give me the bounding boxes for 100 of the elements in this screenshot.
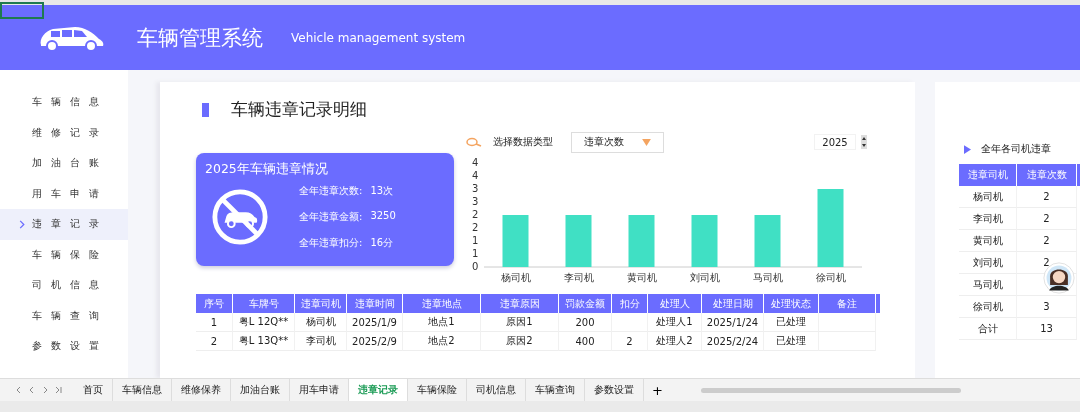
table-cell: 2 <box>612 332 648 351</box>
table-cell: 徐司机 <box>959 296 1017 318</box>
column-header: 违章司机 <box>295 294 347 313</box>
sidebar-item[interactable]: 车辆查询 <box>0 300 128 331</box>
app-title: 车辆管理系统 <box>137 24 263 52</box>
column-header: 备注 <box>819 294 876 313</box>
y-tick-label: 1 <box>472 235 479 246</box>
bar <box>565 215 592 267</box>
table-cell: 200 <box>559 313 612 332</box>
column-header: 扣分 <box>612 294 648 313</box>
table-cell <box>612 313 648 332</box>
column-header: 处理人 <box>648 294 702 313</box>
column-header: 违章原因 <box>481 294 559 313</box>
y-tick-label: 3 <box>472 196 479 207</box>
stat-value: 16分 <box>370 236 394 250</box>
table-cell: 2 <box>1017 230 1077 252</box>
y-tick-label: 1 <box>472 248 479 259</box>
column-header: 违章地点 <box>403 294 481 313</box>
bar <box>502 215 529 267</box>
table-cell: 原因2 <box>481 332 559 351</box>
table-cell: 13 <box>1017 318 1077 340</box>
table-cell: 马司机 <box>959 274 1017 296</box>
column-header: 车牌号 <box>233 294 295 313</box>
stat-label: 全年违章次数: <box>299 184 363 198</box>
bar <box>628 215 655 267</box>
stat-value: 3250 <box>370 210 396 223</box>
table-cell: 2025/2/9 <box>347 332 403 351</box>
table-cell: 李司机 <box>295 332 347 351</box>
table-cell: 粤L 13Q** <box>233 332 295 351</box>
sidebar-item[interactable]: 维修记录 <box>0 117 128 148</box>
table-cell: 合计 <box>959 318 1017 340</box>
table-cell: 处理人2 <box>648 332 702 351</box>
spinner-icon[interactable] <box>861 135 867 149</box>
search-icon <box>465 137 483 147</box>
table-cell: 杨司机 <box>295 313 347 332</box>
sheet-navigation-icon[interactable] <box>14 385 64 395</box>
sidebar-item[interactable]: 加油台账 <box>0 148 128 179</box>
y-tick-label: 4 <box>472 170 479 181</box>
y-tick-label: 3 <box>472 183 479 194</box>
table-cell: 地点1 <box>403 313 481 332</box>
y-tick-label: 4 <box>472 157 479 168</box>
table-cell: 2025/1/24 <box>702 313 764 332</box>
table-cell: 粤L 12Q** <box>233 313 295 332</box>
page-title: 车辆违章记录明细 <box>231 98 367 121</box>
column-header: 处理状态 <box>764 294 819 313</box>
column-header: 序号 <box>196 294 233 313</box>
selected-cell[interactable] <box>0 2 44 19</box>
table-cell: 2 <box>196 332 233 351</box>
filter-label: 选择数据类型 <box>493 135 553 149</box>
horizontal-scrollbar[interactable] <box>700 387 961 393</box>
bar <box>754 215 781 267</box>
column-header: 违章司机 <box>959 164 1017 186</box>
stat-value: 13次 <box>370 184 394 198</box>
table-cell: 2 <box>1017 208 1077 230</box>
sheet-tab[interactable]: 违章记录 <box>349 379 408 401</box>
column-header: 罚款金额 <box>559 294 612 313</box>
column-header: 违章时间 <box>347 294 403 313</box>
sidebar-item[interactable]: 车辆信息 <box>0 87 128 118</box>
table-cell <box>819 313 876 332</box>
data-type-dropdown[interactable]: 违章次数 <box>571 131 664 153</box>
y-tick-label: 2 <box>472 209 479 220</box>
table-cell: 1 <box>196 313 233 332</box>
table-cell: 3 <box>1017 296 1077 318</box>
column-header: 违章次数 <box>1017 164 1077 186</box>
sidebar-item[interactable]: 司机信息 <box>0 270 128 301</box>
x-tick-label: 黄司机 <box>626 272 657 283</box>
table-cell: 黄司机 <box>959 230 1017 252</box>
table-cell: 2025/1/9 <box>347 313 403 332</box>
pointer-icon <box>964 144 971 154</box>
column-header: 处理日期 <box>702 294 764 313</box>
x-tick-label: 杨司机 <box>500 272 531 283</box>
x-tick-label: 徐司机 <box>815 272 846 283</box>
summary-title: 2025年车辆违章情况 <box>205 161 329 178</box>
panel-title: 全年各司机违章 <box>981 142 1051 156</box>
table-cell: 刘司机 <box>959 252 1017 274</box>
y-tick-label: 2 <box>472 222 479 233</box>
sidebar-item[interactable]: 参数设置 <box>0 331 128 362</box>
table-cell: 杨司机 <box>959 186 1017 208</box>
table-cell: 2025/2/24 <box>702 332 764 351</box>
y-tick-label: 0 <box>472 261 479 272</box>
sidebar-item[interactable]: 用车申请 <box>0 178 128 209</box>
x-tick-label: 李司机 <box>563 272 594 283</box>
table-cell: 处理人1 <box>648 313 702 332</box>
x-tick-label: 马司机 <box>752 272 783 283</box>
chevron-icon <box>19 219 25 229</box>
add-sheet-button[interactable]: + <box>644 382 671 398</box>
table-cell: 已处理 <box>764 332 819 351</box>
table-cell: 地点2 <box>403 332 481 351</box>
table-cell: 400 <box>559 332 612 351</box>
sidebar-item[interactable]: 车辆保险 <box>0 239 128 270</box>
bar <box>691 215 718 267</box>
table-cell: 已处理 <box>764 313 819 332</box>
caret-icon <box>642 138 651 146</box>
table-cell: 2 <box>1017 186 1077 208</box>
app-subtitle: Vehicle management system <box>291 30 466 45</box>
sidebar-item[interactable]: 违章记录 <box>0 209 128 240</box>
year-field[interactable]: 2025 <box>814 134 856 150</box>
table-cell: 原因1 <box>481 313 559 332</box>
stat-label: 全年违章扣分: <box>299 236 363 250</box>
stat-label: 全年违章金额: <box>299 210 363 224</box>
